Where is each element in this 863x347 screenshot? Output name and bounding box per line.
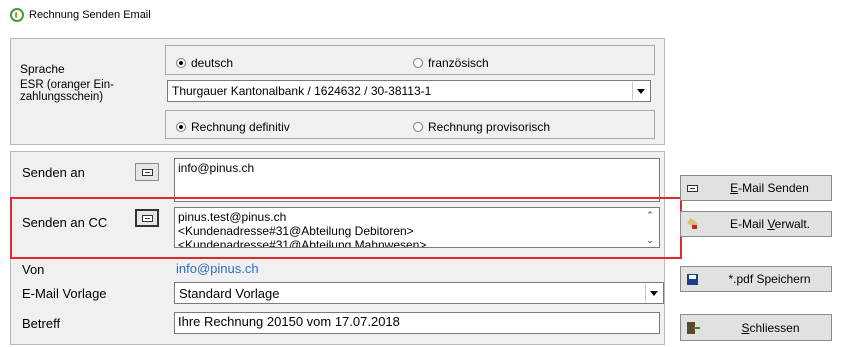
send-email-button[interactable]: E-Mail Senden — [680, 175, 832, 201]
language-label: Sprache — [20, 62, 65, 76]
envelope-icon — [141, 168, 153, 176]
from-label: Von — [22, 262, 45, 277]
to-field[interactable]: info@pinus.ch — [174, 158, 660, 202]
radio-rechnung-definitiv[interactable]: Rechnung definitiv — [176, 120, 290, 134]
envelope-icon — [687, 184, 698, 192]
esr-label: ESR (oranger Ein- zahlungsschein) — [20, 79, 114, 103]
esr-label-line1: ESR (oranger Ein- — [20, 79, 114, 91]
radio-rechnung-provisorisch[interactable]: Rechnung provisorisch — [413, 120, 550, 134]
to-label: Senden an — [22, 165, 85, 180]
subject-label: Betreff — [22, 316, 61, 331]
manage-email-button[interactable]: E-Mail Verwalt. — [680, 211, 832, 237]
template-select-value: Standard Vorlage — [179, 285, 280, 301]
subject-input-value: Ihre Rechnung 20150 vom 17.07.2018 — [178, 314, 400, 329]
window-title: Rechnung Senden Email — [29, 9, 151, 21]
radio-unselected-indicator — [413, 122, 423, 132]
radio-selected-indicator — [176, 122, 186, 132]
template-label: E-Mail Vorlage — [22, 286, 107, 301]
chevron-down-icon — [637, 88, 645, 94]
esr-label-line2: zahlungsschein) — [20, 91, 104, 103]
close-button[interactable]: Schliessen — [680, 314, 832, 341]
save-pdf-button[interactable]: *.pdf Speichern — [680, 266, 832, 292]
subject-input[interactable]: Ihre Rechnung 20150 vom 17.07.2018 — [174, 312, 660, 334]
radio-definitiv-label: Rechnung definitiv — [191, 120, 290, 134]
app-logo-icon — [10, 8, 24, 22]
radio-unselected-indicator — [413, 58, 423, 68]
radio-deutsch-label: deutsch — [191, 56, 234, 70]
esr-select-value: Thurgauer Kantonalbank / 1624632 / 30-38… — [172, 84, 432, 98]
send-email-label: E-Mail Senden — [730, 181, 809, 195]
radio-provisorisch-label: Rechnung provisorisch — [428, 120, 551, 134]
manage-email-label: E-Mail Verwalt. — [729, 217, 811, 231]
from-value: info@pinus.ch — [176, 261, 259, 276]
template-dropdown-button[interactable] — [645, 284, 662, 302]
radio-deutsch[interactable]: deutsch — [176, 56, 233, 70]
to-field-value: info@pinus.ch — [178, 161, 255, 175]
exit-door-icon — [687, 321, 700, 334]
radio-selected-indicator — [176, 58, 186, 68]
esr-select[interactable]: Thurgauer Kantonalbank / 1624632 / 30-38… — [167, 80, 651, 102]
bucket-icon — [687, 218, 699, 230]
to-address-book-button[interactable] — [135, 163, 159, 181]
chevron-down-icon — [650, 290, 658, 296]
radio-franzoesisch[interactable]: französisch — [413, 56, 489, 70]
esr-dropdown-button[interactable] — [632, 82, 649, 100]
window-title-bar: Rechnung Senden Email — [10, 8, 151, 22]
floppy-disk-icon — [687, 273, 698, 285]
template-select[interactable]: Standard Vorlage — [174, 282, 664, 304]
cc-highlight-box — [10, 197, 682, 259]
language-radio-group — [165, 45, 655, 75]
close-label: Schliessen — [741, 320, 800, 335]
save-pdf-label: *.pdf Speichern — [728, 272, 811, 286]
radio-franzoesisch-label: französisch — [428, 56, 489, 70]
